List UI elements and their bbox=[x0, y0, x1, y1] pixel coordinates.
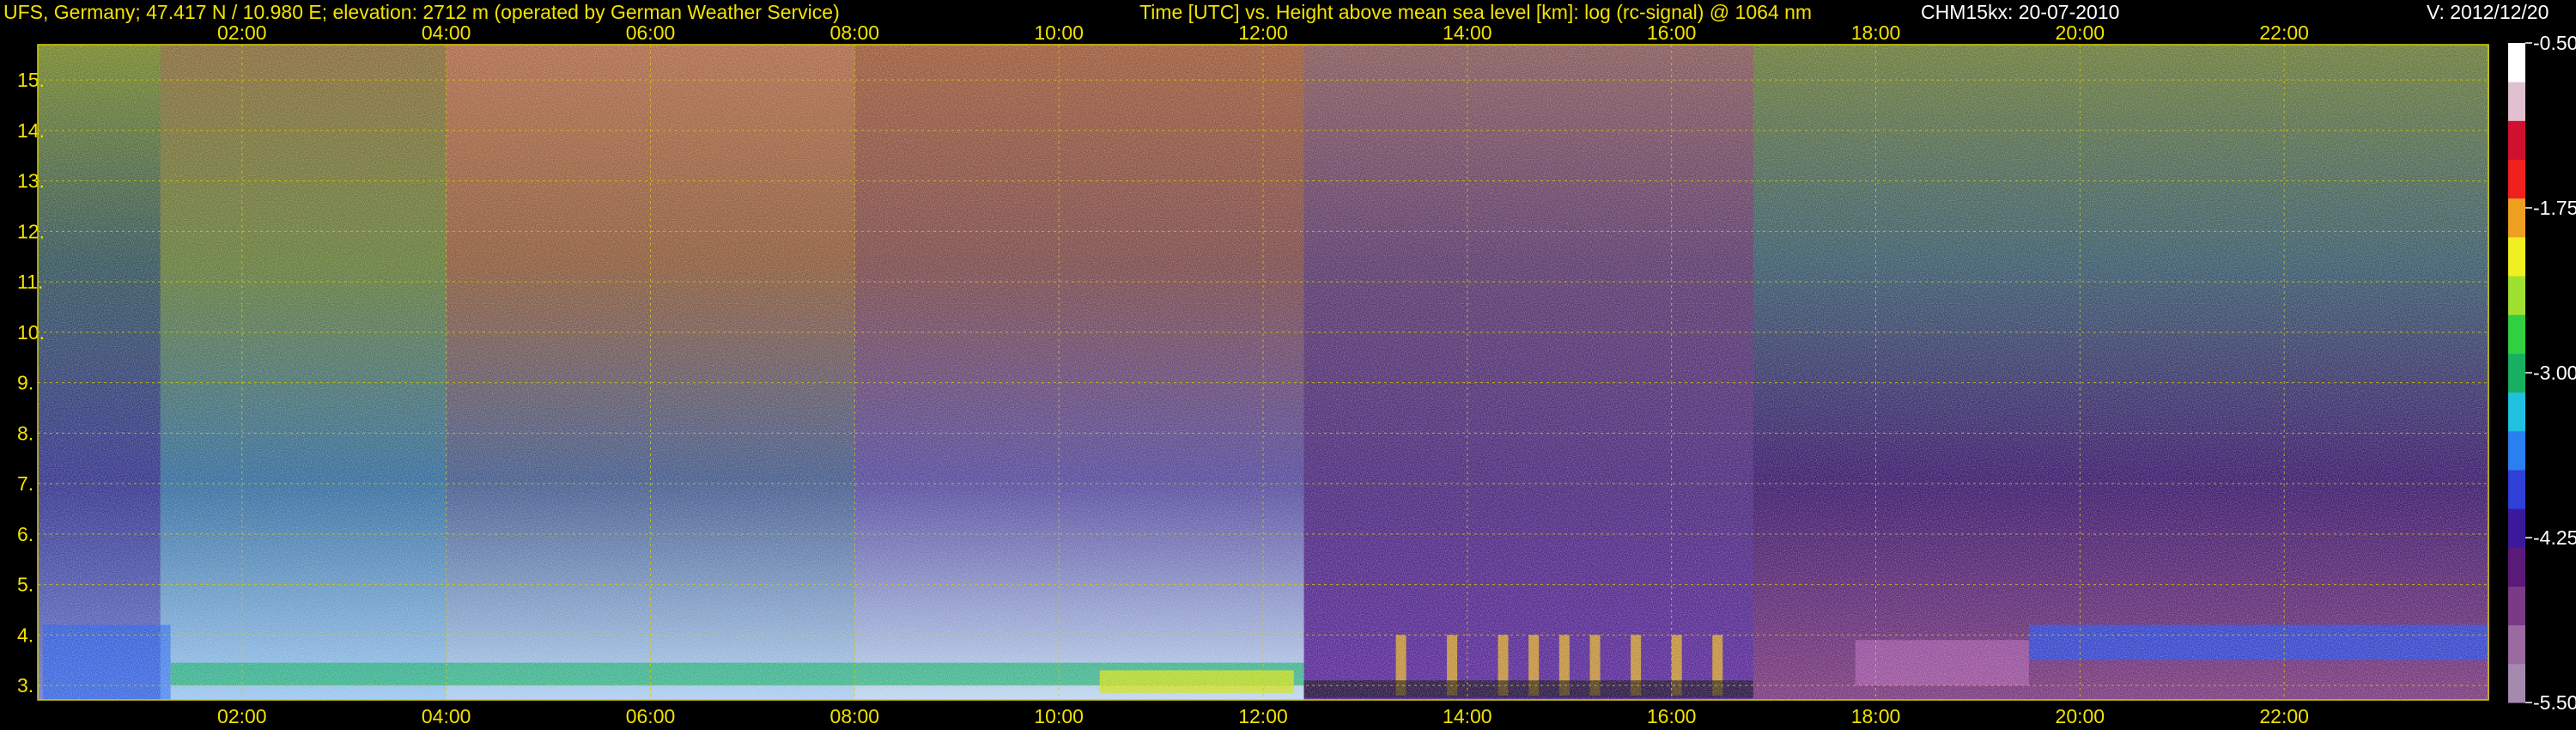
colorbar-label: -4.25 bbox=[2533, 526, 2576, 549]
colorbar-segment bbox=[2508, 547, 2525, 587]
colorbar-segment bbox=[2508, 663, 2525, 703]
colorbar bbox=[2508, 43, 2525, 703]
y-tick-label: 14. bbox=[17, 119, 45, 142]
colorbar-segment bbox=[2508, 198, 2525, 238]
colorbar-label: -0.50 bbox=[2533, 32, 2576, 54]
x-tick-label: 02:00 bbox=[217, 705, 267, 727]
y-tick-label: 8. bbox=[17, 422, 33, 444]
colorbar-segment bbox=[2508, 159, 2525, 199]
x-tick-label: 04:00 bbox=[422, 21, 471, 44]
colorbar-segment bbox=[2508, 120, 2525, 161]
colorbar-segment bbox=[2508, 276, 2525, 315]
y-tick-label: 7. bbox=[17, 472, 33, 495]
y-tick-label: 13. bbox=[17, 170, 45, 192]
x-tick-label: 10:00 bbox=[1034, 21, 1084, 44]
colorbar-segment bbox=[2508, 43, 2525, 82]
y-tick-label: 15. bbox=[17, 69, 45, 91]
y-tick-label: 12. bbox=[17, 220, 45, 242]
x-tick-label: 06:00 bbox=[626, 21, 676, 44]
x-tick-label: 02:00 bbox=[217, 21, 267, 44]
ceilometer-heatmap-chart: 02:00 04:00 06:00 08:00 10:00 12:00 14:00 16:00… bbox=[17, 21, 2576, 727]
x-tick-label: 22:00 bbox=[2259, 705, 2309, 727]
colorbar-label: -3.00 bbox=[2533, 362, 2576, 384]
colorbar-segment bbox=[2508, 236, 2525, 277]
y-tick-label: 9. bbox=[17, 372, 33, 394]
x-tick-label: 18:00 bbox=[1851, 21, 1901, 44]
colorbar-label: -1.75 bbox=[2533, 197, 2576, 219]
colorbar-segment bbox=[2508, 82, 2525, 121]
x-tick-label: 22:00 bbox=[2259, 21, 2309, 44]
y-tick-label: 3. bbox=[17, 674, 33, 697]
x-tick-label: 10:00 bbox=[1034, 705, 1084, 727]
colorbar-label: -5.50 bbox=[2533, 691, 2576, 714]
colorbar-segment bbox=[2508, 508, 2525, 548]
x-tick-label: 12:00 bbox=[1238, 21, 1288, 44]
x-tick-labels-top: 02:00 04:00 06:00 08:00 10:00 12:00 14:00 16:00… bbox=[217, 21, 2309, 44]
x-tick-labels-bottom: 02:00 04:00 06:00 08:00 10:00 12:00 14:00 16:00… bbox=[217, 705, 2309, 727]
x-tick-label: 20:00 bbox=[2056, 21, 2105, 44]
x-tick-label: 08:00 bbox=[830, 21, 880, 44]
colorbar-segment bbox=[2508, 353, 2525, 393]
x-tick-label: 18:00 bbox=[1851, 705, 1901, 727]
colorbar-segment bbox=[2508, 314, 2525, 354]
colorbar-segment bbox=[2508, 392, 2525, 432]
colorbar-segment bbox=[2508, 430, 2525, 471]
x-tick-label: 20:00 bbox=[2056, 705, 2105, 727]
y-tick-label: 5. bbox=[17, 574, 33, 596]
x-tick-label: 12:00 bbox=[1238, 705, 1288, 727]
x-tick-label: 04:00 bbox=[422, 705, 471, 727]
x-tick-label: 06:00 bbox=[626, 705, 676, 727]
colorbar-labels: -0.50 -1.75 -3.00 -4.25 -5.50 bbox=[2525, 32, 2576, 714]
x-tick-label: 14:00 bbox=[1443, 21, 1492, 44]
y-tick-label: 10. bbox=[17, 321, 45, 344]
y-tick-label: 4. bbox=[17, 624, 33, 646]
x-tick-label: 16:00 bbox=[1647, 705, 1697, 727]
colorbar-segment bbox=[2508, 469, 2525, 509]
x-tick-label: 16:00 bbox=[1647, 21, 1697, 44]
x-tick-label: 14:00 bbox=[1443, 705, 1492, 727]
colorbar-segment bbox=[2508, 624, 2525, 665]
y-tick-label: 6. bbox=[17, 523, 33, 545]
y-tick-label: 11. bbox=[17, 271, 43, 293]
colorbar-segment bbox=[2508, 586, 2525, 626]
x-tick-label: 08:00 bbox=[830, 705, 880, 727]
